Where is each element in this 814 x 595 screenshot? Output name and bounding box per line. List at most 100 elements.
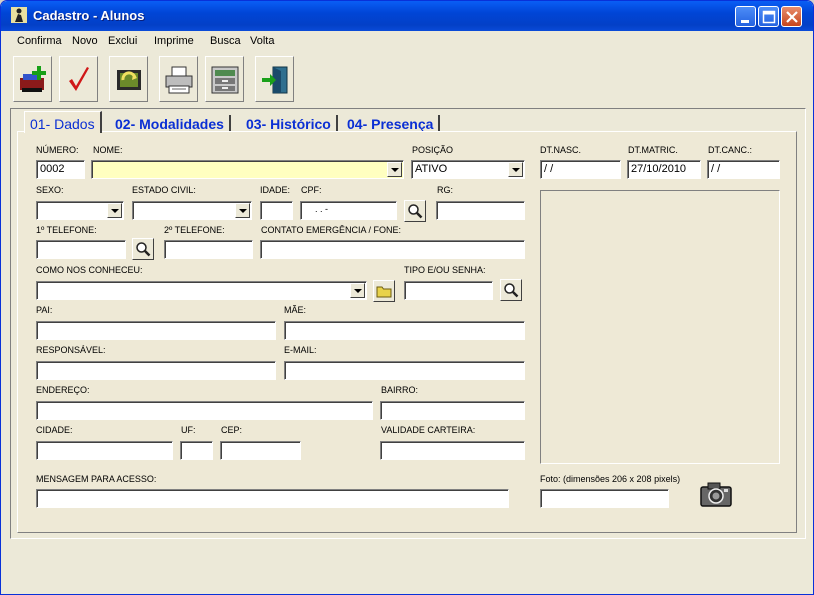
dtmatric-field[interactable]: 27/10/2010 [627, 160, 701, 179]
tel1-label: 1º TELEFONE: [36, 225, 97, 235]
folder-icon [376, 286, 392, 298]
rg-label: RG: [437, 185, 454, 195]
search-file-icon [211, 66, 239, 94]
responsavel-field[interactable] [36, 361, 276, 380]
status-area [1, 541, 813, 594]
tab-dados[interactable]: 01- Dados [24, 111, 102, 133]
posicao-select[interactable]: ATIVO [411, 160, 525, 179]
camera-button[interactable] [698, 479, 734, 509]
numero-field[interactable]: 0002 [36, 160, 85, 179]
mensagem-label: MENSAGEM PARA ACESSO: [36, 474, 157, 484]
numero-label: NÚMERO: [36, 145, 79, 155]
close-icon [786, 11, 798, 23]
rg-field[interactable] [436, 201, 525, 220]
bairro-label: BAIRRO: [381, 385, 419, 395]
title-bar[interactable]: Cadastro - Alunos [1, 1, 813, 31]
validade-field[interactable] [380, 441, 525, 460]
tel2-label: 2º TELEFONE: [164, 225, 225, 235]
maximize-icon [762, 10, 776, 24]
cidade-label: CIDADE: [36, 425, 73, 435]
checkmark-icon [69, 67, 89, 91]
cpf-label: CPF: [301, 185, 322, 195]
foto-path-field[interactable] [540, 489, 669, 508]
email-field[interactable] [284, 361, 525, 380]
nome-combobox[interactable] [91, 160, 404, 179]
camera-icon [700, 482, 732, 507]
confirm-button[interactable] [59, 56, 98, 102]
menu-confirma[interactable]: Confirma [17, 35, 62, 47]
new-button[interactable] [13, 56, 52, 102]
foto-label: Foto: (dimensões 206 x 208 pixels) [540, 474, 681, 484]
uf-field[interactable] [180, 441, 213, 460]
folder-button[interactable] [373, 280, 395, 302]
printer-icon [165, 66, 193, 94]
uf-label: UF: [181, 425, 196, 435]
tel2-field[interactable] [164, 240, 253, 259]
chevron-down-icon[interactable] [350, 283, 365, 298]
cidade-field[interactable] [36, 441, 173, 460]
nome-label: NOME: [93, 145, 123, 155]
dtnasc-label: DT.NASC. [540, 145, 582, 155]
cpf-field[interactable]: . . - [300, 201, 397, 220]
magnifier-icon [408, 204, 423, 219]
tipo-search-button[interactable] [500, 279, 522, 301]
pai-field[interactable] [36, 321, 276, 340]
magnifier-icon [504, 283, 519, 298]
minimize-icon [741, 20, 749, 23]
contato-field[interactable] [260, 240, 525, 259]
tipo-field[interactable] [404, 281, 493, 300]
window-title: Cadastro - Alunos [33, 8, 145, 23]
cpf-search-button[interactable] [404, 200, 426, 222]
app-icon [11, 7, 27, 23]
mae-label: MÃE: [284, 305, 307, 315]
idade-label: IDADE: [260, 185, 291, 195]
chevron-down-icon[interactable] [508, 162, 523, 177]
responsavel-label: RESPONSÁVEL: [36, 345, 106, 355]
cep-label: CEP: [221, 425, 243, 435]
validade-label: VALIDADE CARTEIRA: [381, 425, 476, 435]
menu-exclui[interactable]: Exclui [108, 35, 137, 47]
como-select[interactable] [36, 281, 367, 300]
endereco-field[interactable] [36, 401, 373, 420]
refresh-icon [117, 70, 141, 90]
dtnasc-field[interactable]: / / [540, 160, 621, 179]
magnifier-icon [136, 242, 151, 257]
idade-field[interactable] [260, 201, 293, 220]
cep-field[interactable] [220, 441, 301, 460]
maximize-button[interactable] [758, 6, 779, 27]
tel1-field[interactable] [36, 240, 126, 259]
close-button[interactable] [781, 6, 802, 27]
minimize-button[interactable] [735, 6, 756, 27]
toolbar [1, 51, 813, 107]
dtcanc-field[interactable]: / / [707, 160, 780, 179]
mae-field[interactable] [284, 321, 525, 340]
mensagem-field[interactable] [36, 489, 509, 508]
search-button[interactable] [205, 56, 244, 102]
tipo-label: TIPO E/OU SENHA: [404, 265, 486, 275]
exit-button[interactable] [255, 56, 294, 102]
estado-civil-label: ESTADO CIVIL: [132, 185, 196, 195]
bairro-field[interactable] [380, 401, 525, 420]
exit-door-icon [262, 66, 288, 94]
chevron-down-icon[interactable] [235, 203, 250, 218]
chevron-down-icon[interactable] [107, 203, 122, 218]
dtmatric-label: DT.MATRIC. [628, 145, 678, 155]
endereco-label: ENDEREÇO: [36, 385, 90, 395]
refresh-button[interactable] [109, 56, 148, 102]
tel-search-button[interactable] [132, 238, 154, 260]
menu-bar: Confirma Novo Exclui Imprime Busca Volta [1, 31, 813, 51]
email-label: E-MAIL: [284, 345, 317, 355]
estado-civil-select[interactable] [132, 201, 252, 220]
chevron-down-icon[interactable] [387, 162, 402, 177]
print-button[interactable] [159, 56, 198, 102]
menu-busca[interactable]: Busca [210, 35, 241, 47]
como-label: COMO NOS CONHECEU: [36, 265, 143, 275]
menu-novo[interactable]: Novo [72, 35, 98, 47]
contato-label: CONTATO EMERGÊNCIA / FONE: [261, 225, 402, 235]
menu-imprime[interactable]: Imprime [154, 35, 194, 47]
pai-label: PAI: [36, 305, 53, 315]
sexo-label: SEXO: [36, 185, 64, 195]
main-window: Cadastro - Alunos Confirma Novo Exclui I… [0, 0, 814, 595]
menu-volta[interactable]: Volta [250, 35, 274, 47]
sexo-select[interactable] [36, 201, 124, 220]
